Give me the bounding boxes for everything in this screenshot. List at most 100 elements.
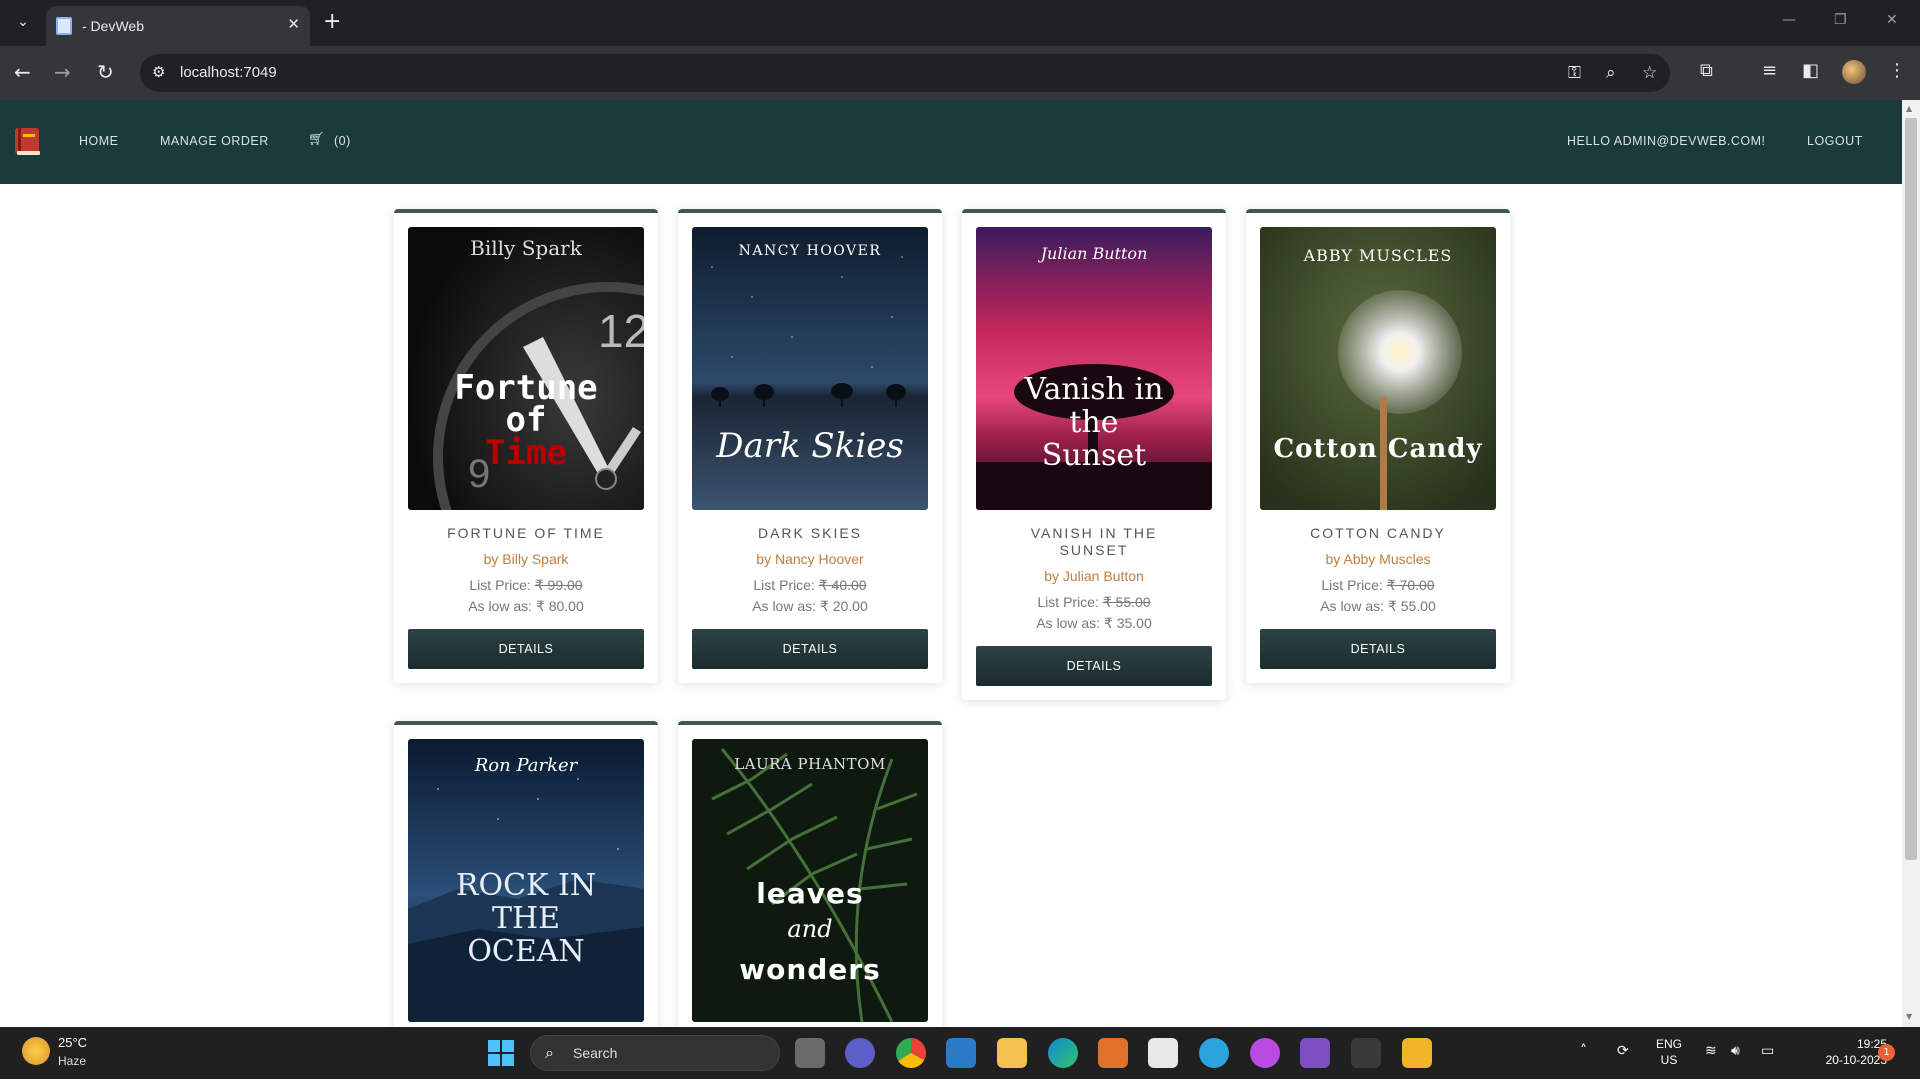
minimize-icon[interactable]: — [1782, 12, 1796, 28]
battery-icon[interactable]: ▭ [1761, 1043, 1774, 1059]
edge-icon[interactable] [1048, 1038, 1078, 1068]
search-icon: ⌕ [545, 1043, 554, 1062]
cover-title-line: the [1069, 405, 1118, 440]
windows-taskbar: 25°C Haze ⌕ Search ˄ ⟳ ENG US ≋ 🔊︎ ▭ 19:2… [0, 1027, 1920, 1079]
sale-price-value: ₹ 55.00 [1387, 598, 1436, 614]
tab-close-icon[interactable]: ✕ [287, 15, 300, 33]
taskbar-search[interactable]: ⌕ Search [530, 1035, 780, 1071]
cover-author: Billy Spark [470, 236, 583, 260]
chrome-icon[interactable] [896, 1038, 926, 1068]
chrome-menu-icon[interactable]: ⋮ [1888, 60, 1906, 81]
sale-price: As low as: ₹ 55.00 [1256, 596, 1500, 617]
sublime-text-icon[interactable] [1098, 1038, 1128, 1068]
list-price: List Price: ₹ 40.00 [688, 575, 932, 596]
details-button[interactable]: DETAILS [692, 629, 928, 669]
list-price-value: ₹ 40.00 [818, 577, 867, 593]
weather-haze-icon[interactable] [22, 1037, 50, 1065]
sync-icon[interactable]: ⟳ [1617, 1043, 1629, 1059]
details-button[interactable]: DETAILS [976, 646, 1212, 686]
side-panel-icon[interactable]: ◧ [1802, 60, 1819, 81]
book-logo-icon[interactable] [12, 124, 44, 158]
browser-toolbar: ← → ↻ ⚙ localhost:7049 ⚿ ⌕ ☆ ⧉ ≡ ◧ ⋮ [0, 46, 1920, 100]
password-key-icon[interactable]: ⚿ [1568, 63, 1581, 83]
book-cover-image[interactable]: Julian Button Vanish in the Sunset [976, 227, 1212, 510]
telegram-icon[interactable] [1199, 1038, 1229, 1068]
sale-price-label: As low as: [752, 598, 817, 614]
sale-price: As low as: ₹ 35.00 [972, 613, 1216, 634]
book-cover-image[interactable]: LAURA PHANTOM leaves and wonders [692, 739, 928, 1022]
browser-tab-active[interactable]: - DevWeb ✕ [46, 6, 310, 46]
sale-price-label: As low as: [1036, 615, 1101, 631]
window-close-icon[interactable]: ✕ [1886, 12, 1898, 28]
details-button[interactable]: DETAILS [1260, 629, 1496, 669]
logout-link[interactable]: LOGOUT [1807, 134, 1863, 148]
cover-author: Julian Button [1038, 244, 1148, 263]
terminal-icon[interactable] [1351, 1038, 1381, 1068]
vscode-icon[interactable] [946, 1038, 976, 1068]
sale-price-value: ₹ 80.00 [535, 598, 584, 614]
book-cover-image[interactable]: Ron Parker ROCK IN THE OCEAN [408, 739, 644, 1022]
address-bar[interactable]: ⚙ localhost:7049 ⚿ ⌕ ☆ [140, 54, 1670, 92]
product-title: FORTUNE OF TIME [447, 525, 605, 541]
system-clock[interactable]: 19:25 20-10-2023 [1797, 1036, 1887, 1068]
cover-title-line: THE [492, 901, 560, 936]
list-price-value: ₹ 99.00 [534, 577, 583, 593]
list-price-label: List Price: [753, 577, 815, 593]
book-cover-image[interactable]: NANCY HOOVER Dark Skies [692, 227, 928, 510]
cover-author: Ron Parker [474, 755, 579, 776]
cover-title-line: wonders [739, 953, 881, 986]
cart-icon[interactable]: 🛒︎ [308, 132, 325, 147]
input-language[interactable]: ENG US [1656, 1036, 1682, 1068]
cover-author: NANCY HOOVER [739, 243, 882, 259]
product-title-line: SUNSET [1059, 542, 1129, 558]
tab-search-menu-button[interactable]: ⌄ [10, 9, 36, 35]
notification-badge[interactable]: 1 [1878, 1044, 1895, 1061]
user-greeting[interactable]: HELLO ADMIN@DEVWEB.COM! [1567, 134, 1766, 148]
cover-title-line: Time [485, 433, 567, 473]
nav-manage-order-link[interactable]: MANAGE ORDER [160, 134, 269, 148]
scroll-thumb[interactable] [1905, 118, 1917, 860]
sale-price-value: ₹ 35.00 [1103, 615, 1152, 631]
windows-start-icon[interactable] [488, 1040, 514, 1066]
scroll-up-arrow-icon[interactable]: ▲ [1906, 104, 1912, 113]
volume-icon[interactable]: 🔊︎ [1731, 1043, 1740, 1059]
cart-count[interactable]: (0) [334, 134, 351, 148]
wifi-icon[interactable]: ≋ [1705, 1043, 1717, 1059]
task-view-icon[interactable] [795, 1038, 825, 1068]
zoom-icon[interactable]: ⌕ [1606, 63, 1616, 83]
product-card: Ron Parker ROCK IN THE OCEAN [394, 721, 658, 1041]
profile-avatar[interactable] [1842, 60, 1866, 84]
media-queue-icon[interactable]: ≡ [1762, 60, 1777, 81]
file-explorer-icon[interactable] [997, 1038, 1027, 1068]
back-arrow-icon[interactable]: ← [14, 60, 31, 84]
book-cover-image[interactable]: 12 9 Billy Spark Fortune of Time [408, 227, 644, 510]
restore-icon[interactable]: ❐ [1834, 12, 1847, 28]
reload-icon[interactable]: ↻ [97, 60, 114, 84]
visual-studio-icon[interactable] [1300, 1038, 1330, 1068]
new-tab-button[interactable]: + [323, 10, 341, 34]
teams-chat-icon[interactable] [845, 1038, 875, 1068]
page-scrollbar[interactable]: ▲ ▼ [1902, 100, 1920, 1027]
snipping-tool-icon[interactable] [1148, 1038, 1178, 1068]
details-button[interactable]: DETAILS [408, 629, 644, 669]
cover-title-line: leaves [756, 877, 863, 910]
tray-overflow-icon[interactable]: ˄ [1580, 1043, 1587, 1059]
scroll-down-arrow-icon[interactable]: ▼ [1906, 1012, 1912, 1021]
brave-app-icon[interactable] [1250, 1038, 1280, 1068]
cover-title-line: ROCK IN [456, 868, 596, 903]
extensions-icon[interactable]: ⧉ [1700, 60, 1713, 81]
url-text[interactable]: localhost:7049 [180, 64, 277, 81]
weather-temperature[interactable]: 25°C [58, 1035, 87, 1050]
sale-price-value: ₹ 20.00 [819, 598, 868, 614]
sale-price-label: As low as: [468, 598, 533, 614]
nav-home-link[interactable]: HOME [79, 134, 119, 148]
book-cover-image[interactable]: ABBY MUSCLES Cotton Candy [1260, 227, 1496, 510]
forward-arrow-icon[interactable]: → [54, 60, 71, 84]
product-author: by Abby Muscles [1325, 551, 1431, 567]
weather-condition[interactable]: Haze [58, 1054, 86, 1068]
site-info-icon[interactable]: ⚙ [152, 63, 165, 81]
product-title: DARK SKIES [757, 525, 863, 541]
notepad-plus-icon[interactable] [1402, 1038, 1432, 1068]
cover-author: ABBY MUSCLES [1303, 246, 1453, 265]
bookmark-star-icon[interactable]: ☆ [1642, 63, 1657, 83]
